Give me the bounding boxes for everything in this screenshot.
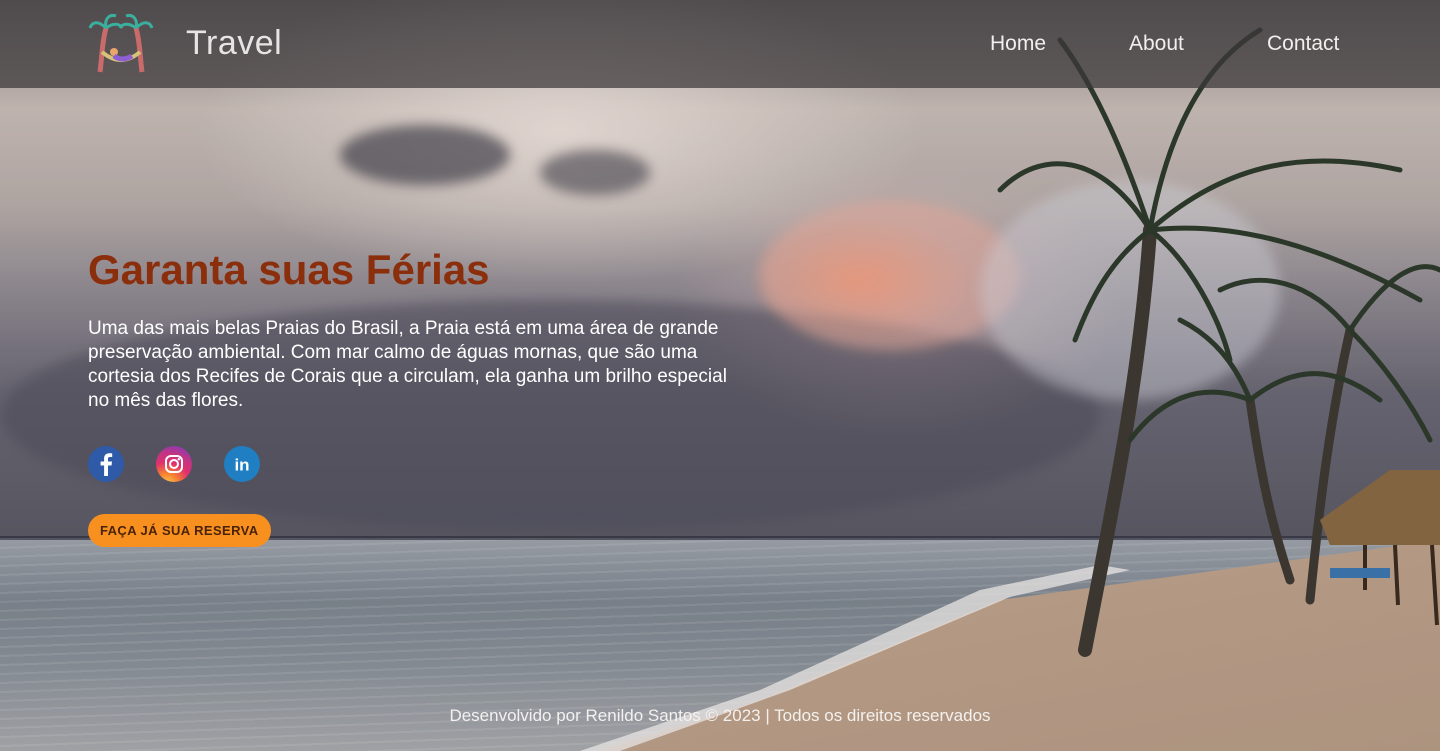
instagram-icon[interactable] [156, 446, 192, 482]
footer-credits: Desenvolvido por Renildo Santos © 2023 |… [449, 706, 991, 725]
hero-description: Uma das mais belas Praias do Brasil, a P… [88, 318, 727, 411]
brand-name[interactable]: Travel [186, 24, 282, 63]
nav-contact-link[interactable]: Contact [1267, 32, 1339, 56]
booking-cta-button[interactable]: FAÇA JÁ SUA RESERVA [88, 514, 271, 547]
hero-title: Garanta suas Férias [88, 246, 490, 293]
facebook-icon[interactable] [88, 446, 124, 482]
nav-about-link[interactable]: About [1129, 32, 1184, 56]
svg-text:in: in [234, 456, 249, 475]
linkedin-icon[interactable]: in [224, 446, 260, 482]
top-navbar: Travel Home About Contact [0, 0, 1440, 88]
nav-home-link[interactable]: Home [990, 32, 1046, 56]
palm-hammock-logo-icon[interactable] [88, 12, 154, 76]
